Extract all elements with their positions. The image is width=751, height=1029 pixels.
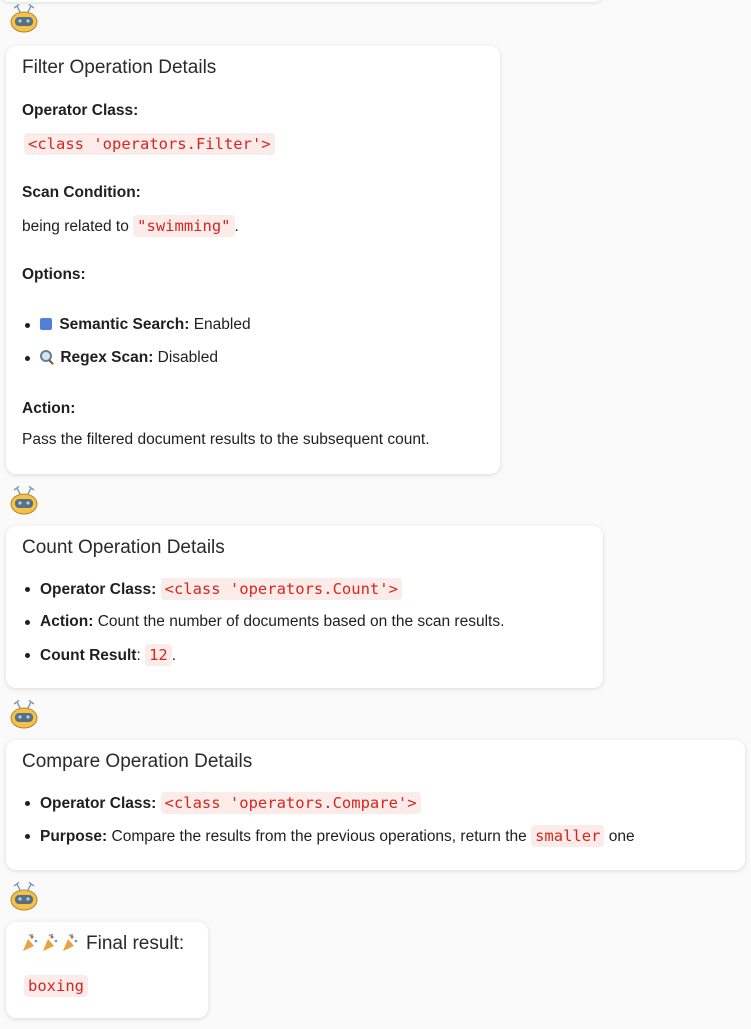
count-operation-card: Count Operation Details Operator Class: …: [6, 526, 603, 688]
final-result-title: Final result:: [22, 933, 192, 955]
bot-avatar-icon: [10, 4, 38, 33]
scan-value-code: "swimming": [133, 215, 235, 237]
purpose-suffix: one: [608, 828, 635, 845]
list-item: Operator Class: <class 'operators.Compar…: [25, 792, 421, 815]
card-title: Count Operation Details: [22, 537, 225, 558]
action-heading: Action:: [22, 400, 76, 417]
scan-prefix: being related to: [22, 218, 129, 235]
compare-operation-card: Compare Operation Details Operator Class…: [6, 740, 745, 870]
purpose-text: Compare the results from the previous op…: [111, 828, 527, 845]
colon: :: [136, 647, 141, 664]
option-item-semantic-search: Semantic Search: Enabled: [25, 314, 251, 336]
list-item: Count Result: 12.: [24, 644, 177, 667]
action-text: Pass the filtered document results to th…: [22, 431, 430, 448]
option-value: Disabled: [157, 349, 218, 366]
suffix: .: [171, 647, 177, 664]
action-label: Action:: [40, 613, 94, 630]
card-title: Compare Operation Details: [22, 751, 253, 772]
previous-message-card: [0, 0, 604, 2]
count-result-code: 12: [145, 644, 172, 666]
abcd-icon: [40, 318, 52, 330]
list-item: Operator Class: <class 'operators.Count'…: [25, 578, 402, 601]
option-label: Regex Scan:: [60, 349, 154, 366]
final-result-label: Final result:: [86, 933, 185, 954]
bot-avatar-icon: [10, 882, 38, 911]
options-heading: Options:: [22, 266, 86, 283]
final-result-code: boxing: [24, 975, 88, 997]
option-label: Semantic Search:: [59, 316, 190, 333]
list-item: Purpose: Compare the results from the pr…: [25, 825, 635, 848]
operator-class-label: Operator Class:: [40, 795, 157, 812]
party-popper-icon: [23, 934, 78, 951]
purpose-value-code: smaller: [531, 825, 605, 847]
list-item: Action: Count the number of documents ba…: [24, 611, 505, 633]
option-item-regex-scan: Regex Scan: Disabled: [25, 347, 218, 369]
card-title: Filter Operation Details: [22, 57, 217, 78]
scan-suffix: .: [234, 218, 239, 235]
bot-avatar-icon: [10, 700, 38, 729]
scan-condition-heading: Scan Condition:: [22, 184, 141, 201]
bot-avatar-icon: [10, 486, 38, 515]
final-result-card: Final result: boxing: [6, 922, 208, 1018]
operator-class-code: <class 'operators.Count'>: [160, 578, 402, 600]
operator-class-code: <class 'operators.Filter'>: [24, 133, 275, 155]
action-text: Count the number of documents based on t…: [97, 613, 505, 630]
purpose-label: Purpose:: [40, 828, 108, 845]
count-result-label: Count Result: [40, 647, 137, 664]
magnifier-icon: [40, 350, 54, 364]
filter-operation-card: Filter Operation Details Operator Class:…: [6, 46, 500, 474]
operator-class-code: <class 'operators.Compare'>: [160, 792, 421, 814]
option-value: Enabled: [193, 316, 251, 333]
operator-class-heading: Operator Class:: [22, 102, 139, 119]
operator-class-label: Operator Class:: [40, 581, 157, 598]
scan-condition-text: being related to "swimming".: [22, 215, 239, 237]
